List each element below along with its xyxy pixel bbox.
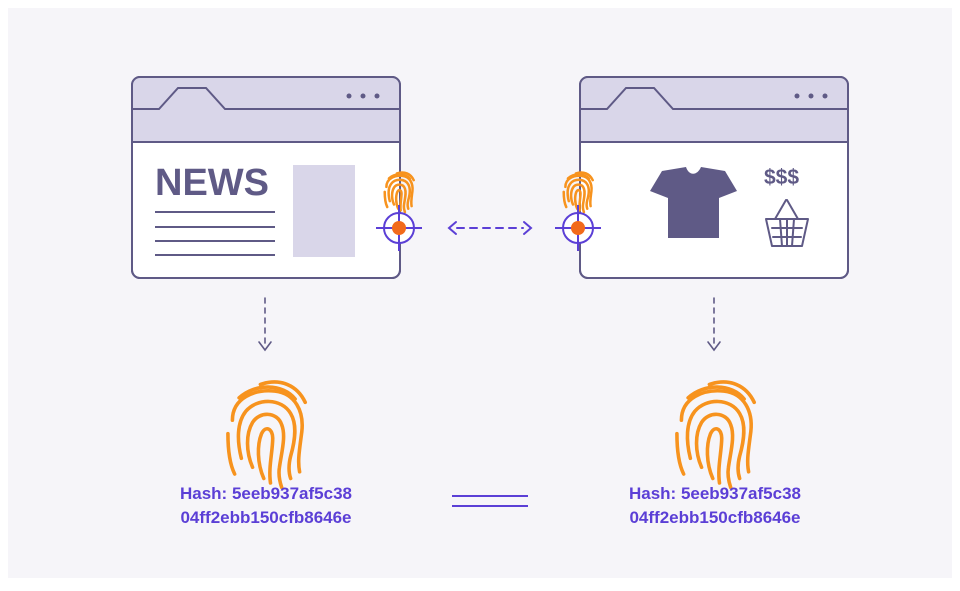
news-headline: NEWS	[155, 162, 269, 204]
news-browser-window: NEWS	[131, 76, 401, 279]
hash-line: Hash: 5eeb937af5c38	[179, 484, 352, 503]
hash-line: Hash: 5eeb937af5c38	[628, 484, 801, 503]
article-image-placeholder	[293, 165, 355, 257]
right-hash-text: Hash: 5eeb937af5c38 04ff2ebb150cfb8646e	[565, 482, 865, 530]
hash-line: 04ff2ebb150cfb8646e	[180, 508, 352, 527]
price-label: $$$	[764, 166, 799, 189]
diagram-canvas: NEWS $$$ Hash: 5eeb937af5c38 04ff2ebb150…	[0, 0, 960, 586]
shop-browser-window: $$$	[579, 76, 849, 279]
hash-line: 04ff2ebb150cfb8646e	[629, 508, 801, 527]
left-hash-text: Hash: 5eeb937af5c38 04ff2ebb150cfb8646e	[116, 482, 416, 530]
